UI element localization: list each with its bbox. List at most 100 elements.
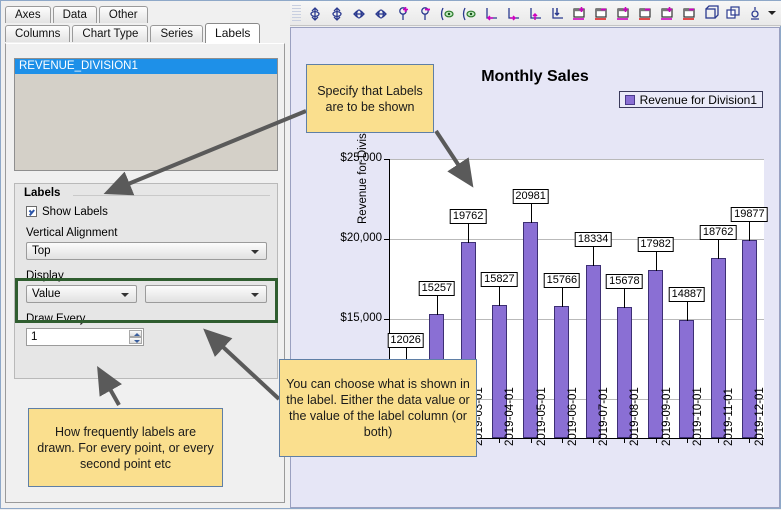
- callout-display: You can choose what is shown in the labe…: [279, 359, 477, 457]
- y-tick-label: $25,000: [340, 152, 382, 164]
- callout-draw-every: How frequently labels are drawn. For eve…: [28, 408, 223, 487]
- x-tick-label: 2019-08-01: [629, 387, 642, 446]
- vertical-alignment-label: Vertical Alignment: [26, 227, 118, 239]
- flip-horizontal-icon[interactable]: [348, 3, 370, 24]
- x-tick: [718, 438, 720, 443]
- y-tick-label: $15,000: [340, 312, 382, 324]
- labels-group-title: Labels: [24, 187, 61, 199]
- flip-vertical-icon[interactable]: [304, 3, 326, 24]
- series-listbox[interactable]: REVENUE_DIVISION1: [14, 58, 278, 171]
- x-tick: [561, 438, 563, 443]
- add-chart-icon[interactable]: [656, 3, 678, 24]
- remove-point-icon[interactable]: [414, 3, 436, 24]
- align-left-icon[interactable]: [480, 3, 502, 24]
- tab-columns[interactable]: Columns: [5, 25, 71, 42]
- stepper-up-icon[interactable]: [129, 330, 142, 337]
- label-leader-line: [655, 251, 657, 272]
- vertical-alignment-select[interactable]: Top: [26, 242, 267, 260]
- label-leader-line: [718, 238, 720, 259]
- align-bottom-icon[interactable]: [546, 3, 568, 24]
- display-label: Display: [26, 270, 64, 282]
- toolbar-grip[interactable]: [292, 4, 301, 22]
- add-panel-icon[interactable]: [612, 3, 634, 24]
- tab-series[interactable]: Series: [150, 25, 204, 42]
- align-top-icon[interactable]: [524, 3, 546, 24]
- show-labels-checkbox[interactable]: Show Labels: [26, 206, 108, 218]
- remove-chart-icon[interactable]: [678, 3, 700, 24]
- callout-show-labels: Specify that Labels are to be shown: [306, 64, 434, 133]
- label-leader-line: [561, 286, 563, 307]
- copy-chart-icon[interactable]: [722, 3, 744, 24]
- display-column-select[interactable]: [145, 285, 267, 303]
- group-divider: [73, 195, 270, 196]
- bar-data-label: 17982: [637, 237, 674, 253]
- chart-legend: Revenue for Division1: [618, 91, 763, 108]
- tab-axes[interactable]: Axes: [5, 6, 51, 23]
- toolbar-overflow-button[interactable]: [766, 11, 778, 15]
- bar-data-label: 12026: [387, 332, 424, 348]
- list-item[interactable]: REVENUE_DIVISION1: [15, 59, 277, 74]
- flip-horizontal-alt-icon[interactable]: [370, 3, 392, 24]
- label-leader-line: [624, 288, 626, 309]
- show-labels-label: Show Labels: [42, 206, 108, 218]
- stepper-buttons[interactable]: [129, 330, 142, 344]
- x-tick-label: 2019-11-01: [723, 388, 736, 446]
- label-leader-line: [593, 245, 595, 266]
- y-gridline: [390, 159, 764, 160]
- label-leader-line: [468, 222, 470, 243]
- y-tick-label: $20,000: [340, 232, 382, 244]
- align-right-icon[interactable]: [502, 3, 524, 24]
- y-tick: [384, 239, 390, 240]
- x-tick-label: 2019-04-01: [504, 387, 517, 446]
- label-leader-line: [499, 285, 501, 306]
- chevron-down-icon: [251, 250, 259, 254]
- chart-options-icon[interactable]: [744, 3, 766, 24]
- remove-panel-icon[interactable]: [634, 3, 656, 24]
- x-tick: [655, 438, 657, 443]
- draw-every-label: Draw Every: [26, 313, 86, 325]
- x-tick-label: 2019-07-01: [598, 387, 611, 446]
- x-tick: [530, 438, 532, 443]
- label-leader-line: [749, 220, 751, 241]
- bar-data-label: 15766: [543, 272, 581, 288]
- tab-chart-type[interactable]: Chart Type: [72, 25, 149, 42]
- x-tick-label: 2019-09-01: [660, 387, 673, 446]
- display-value: Value: [32, 288, 61, 300]
- select-all-icon[interactable]: [700, 3, 722, 24]
- x-tick-label: 2019-06-01: [566, 387, 579, 446]
- checkbox-check-icon: [26, 206, 37, 217]
- x-tick-label: 2019-05-01: [535, 387, 548, 446]
- tab-data[interactable]: Data: [52, 6, 97, 23]
- bar-data-label: 19877: [731, 206, 768, 222]
- vertical-alignment-value: Top: [32, 245, 51, 257]
- bar-data-label: 18762: [699, 224, 737, 240]
- display-select[interactable]: Value: [26, 285, 137, 303]
- show-right-icon[interactable]: [458, 3, 480, 24]
- chart-toolbar: [290, 1, 781, 26]
- add-point-icon[interactable]: [392, 3, 414, 24]
- tab-labels[interactable]: Labels: [205, 23, 261, 43]
- flip-vertical-alt-icon[interactable]: [326, 3, 348, 24]
- x-tick: [749, 438, 751, 443]
- bar-data-label: 18334: [574, 231, 612, 247]
- x-tick: [624, 438, 626, 443]
- bar-data-label: 14887: [668, 286, 706, 302]
- tab-other[interactable]: Other: [98, 6, 148, 23]
- legend-label: Revenue for Division1: [639, 92, 757, 107]
- bar-data-label: 15257: [418, 280, 456, 296]
- label-leader-line: [530, 203, 532, 224]
- chevron-down-icon: [251, 293, 259, 297]
- show-left-icon[interactable]: [436, 3, 458, 24]
- bar-data-label: 15827: [481, 271, 518, 287]
- bar-data-label: 20981: [512, 189, 549, 205]
- label-leader-line: [686, 300, 688, 321]
- stepper-down-icon[interactable]: [129, 337, 142, 344]
- chevron-down-icon: [121, 293, 129, 297]
- draw-every-stepper[interactable]: 1: [26, 328, 144, 346]
- add-axis-icon[interactable]: [568, 3, 590, 24]
- y-tick: [384, 159, 390, 160]
- y-tick: [384, 319, 390, 320]
- label-leader-line: [436, 294, 438, 315]
- x-tick: [593, 438, 595, 443]
- remove-axis-icon[interactable]: [590, 3, 612, 24]
